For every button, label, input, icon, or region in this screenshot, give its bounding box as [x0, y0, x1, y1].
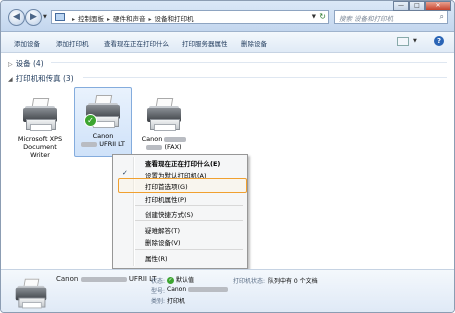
menu-item-printing-preferences[interactable]: 打印首选项(G): [145, 181, 188, 191]
address-bar[interactable]: ▸ 控制面板 ▸ 硬件和声音 ▸ 设备和打印机 ▼ ↻: [51, 10, 329, 24]
breadcrumb-separator-icon[interactable]: ▸: [72, 16, 75, 23]
expand-arrow-icon[interactable]: ▷: [8, 61, 13, 68]
breadcrumb-separator-icon[interactable]: ▸: [107, 16, 110, 23]
printers-group-header[interactable]: ◢ 打印机和传真 (3): [8, 73, 74, 84]
redacted-text: [81, 141, 98, 147]
group-divider: [83, 77, 447, 78]
recent-pages-dropdown-icon[interactable]: ▼: [43, 14, 47, 20]
back-button[interactable]: ◀: [8, 9, 25, 26]
printer-icon: [20, 97, 60, 133]
printer-item-xps[interactable]: Microsoft XPS Document Writer: [12, 91, 68, 165]
window-controls: — □ ✕: [393, 1, 451, 12]
menu-separator: [135, 249, 243, 250]
selected-printer-icon: [13, 278, 49, 310]
group-divider: [51, 62, 447, 63]
printer-status-label: 打印机状态:: [233, 278, 266, 285]
devices-and-printers-window: ◀ ▶ ▼ ▸ 控制面板 ▸ 硬件和声音 ▸ 设备和打印机 ▼ ↻ 搜索 设备和打印机 ⌕…: [0, 0, 455, 313]
breadcrumb-hardware-sound[interactable]: 硬件和声音: [113, 15, 146, 23]
details-pane: Canon UFRII LT 状态: ✓ 默认值 打印机状态: 队列中有 0 个文…: [1, 269, 454, 312]
printers-group-label: 打印机和传真 (3): [15, 74, 74, 83]
breadcrumb-separator-icon[interactable]: ▸: [149, 16, 152, 23]
remove-device-button[interactable]: 删除设备: [241, 38, 267, 48]
menu-item-properties[interactable]: 属性(R): [145, 253, 168, 263]
menu-separator: [135, 220, 243, 221]
status-value: ✓ 默认值: [167, 277, 195, 284]
breadcrumb-devices-printers[interactable]: 设备和打印机: [155, 15, 194, 23]
forward-button[interactable]: ▶: [25, 9, 42, 26]
minimize-button[interactable]: —: [393, 1, 409, 11]
fax-printer-icon: [144, 97, 184, 133]
devices-group-header[interactable]: ▷ 设备 (4): [8, 58, 44, 69]
printer-icon: ✓: [83, 94, 123, 130]
model-label: 型号:: [151, 288, 166, 295]
refresh-icon[interactable]: ↻: [319, 12, 326, 21]
command-toolbar: 添加设备 添加打印机 查看现在正在打印什么 打印服务器属性 删除设备 ▼ ?: [1, 32, 454, 53]
category-value: 打印机: [167, 298, 186, 305]
printer-item-canon-ufrii[interactable]: ✓ Canon UFRII LT: [74, 87, 132, 157]
details-printer-name: Canon UFRII LT: [56, 275, 157, 283]
print-server-properties-button[interactable]: 打印服务器属性: [182, 38, 228, 48]
search-input[interactable]: 搜索 设备和打印机 ⌕: [334, 10, 448, 24]
default-printer-check-icon: ✓: [84, 114, 97, 127]
collapse-arrow-icon[interactable]: ◢: [8, 76, 13, 83]
checkmark-icon: ✓: [122, 169, 128, 177]
breadcrumb-control-panel[interactable]: 控制面板: [78, 15, 104, 23]
status-label: 状态:: [151, 278, 166, 285]
view-options-icon[interactable]: [397, 37, 409, 46]
printer-status-value: 队列中有 0 个文档: [268, 278, 318, 285]
menu-item-troubleshoot[interactable]: 疑难解答(T): [145, 225, 180, 235]
model-value: Canon: [167, 286, 229, 293]
category-label: 类别:: [151, 298, 166, 305]
redacted-text: [80, 276, 127, 282]
maximize-button[interactable]: □: [409, 1, 425, 11]
printer-item-canon-fax[interactable]: Canon (FAX): [136, 91, 192, 159]
redacted-text: [146, 144, 163, 150]
menu-item-create-shortcut[interactable]: 创建快捷方式(S): [145, 209, 193, 219]
search-icon[interactable]: ⌕: [440, 12, 444, 22]
add-printer-button[interactable]: 添加打印机: [56, 38, 89, 48]
view-dropdown-icon[interactable]: ▼: [413, 38, 417, 44]
control-panel-icon: [55, 13, 65, 21]
menu-item-printer-properties[interactable]: 打印机属性(P): [145, 194, 187, 204]
redacted-text: [164, 136, 187, 142]
breadcrumb: ▸ 控制面板 ▸ 硬件和声音 ▸ 设备和打印机: [69, 13, 194, 23]
printer-label: Canon UFRII LT: [75, 132, 131, 148]
printer-label: Canon (FAX): [136, 135, 192, 151]
search-placeholder: 搜索 设备和打印机: [339, 15, 394, 23]
add-device-button[interactable]: 添加设备: [14, 38, 40, 48]
menu-separator: [135, 205, 243, 206]
menu-item-remove-device[interactable]: 删除设备(V): [145, 237, 181, 247]
address-dropdown-icon[interactable]: ▼: [312, 14, 316, 20]
help-button[interactable]: ?: [434, 36, 444, 46]
address-bar-area: ◀ ▶ ▼ ▸ 控制面板 ▸ 硬件和声音 ▸ 设备和打印机 ▼ ↻ 搜索 设备和打印机 ⌕…: [1, 1, 454, 32]
close-button[interactable]: ✕: [425, 1, 451, 11]
printer-label: Microsoft XPS Document Writer: [17, 135, 63, 159]
see-whats-printing-button[interactable]: 查看现在正在打印什么: [104, 38, 169, 48]
default-ok-icon: ✓: [167, 277, 174, 284]
menu-item-see-printing[interactable]: 查看现在正在打印什么(E): [145, 158, 220, 168]
redacted-text: [188, 287, 229, 292]
devices-group-label: 设备 (4): [15, 59, 44, 68]
